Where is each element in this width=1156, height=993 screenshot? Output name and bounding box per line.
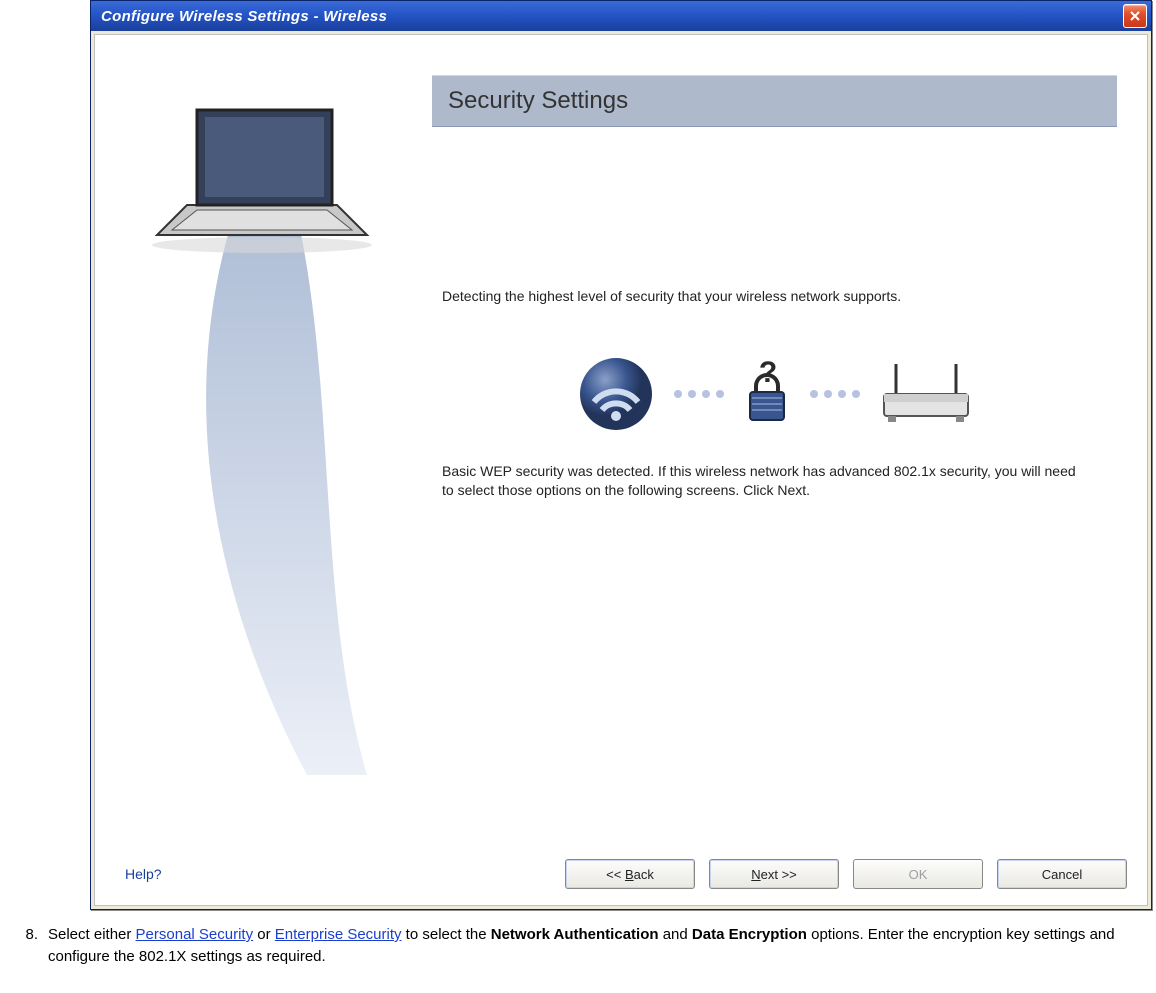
dots-right (810, 390, 860, 398)
instr-mid2: to select the (402, 926, 491, 943)
network-auth-bold: Network Authentication (491, 926, 659, 943)
instruction-step-8: 8. Select either Personal Security or En… (12, 924, 1152, 968)
wizard-content: Security Settings Detecting the highest … (432, 65, 1117, 500)
wizard-laptop-graphic (107, 65, 432, 785)
detection-graphic: ? (432, 354, 1117, 434)
close-button[interactable] (1123, 4, 1147, 28)
dots-left (674, 390, 724, 398)
cancel-button[interactable]: Cancel (997, 859, 1127, 889)
close-icon (1129, 10, 1141, 22)
detecting-text: Detecting the highest level of security … (442, 287, 1087, 306)
wizard-footer: Help? << Back Next >> OK Cancel (95, 859, 1147, 905)
dialog-body: Security Settings Detecting the highest … (94, 34, 1148, 906)
ok-button: OK (853, 859, 983, 889)
window-title: Configure Wireless Settings - Wireless (101, 8, 1123, 25)
enterprise-security-link[interactable]: Enterprise Security (275, 926, 402, 943)
personal-security-link[interactable]: Personal Security (136, 926, 254, 943)
instr-mid3: and (659, 926, 692, 943)
titlebar: Configure Wireless Settings - Wireless (91, 1, 1151, 31)
wifi-orb-icon (576, 354, 656, 434)
lock-question-icon: ? (742, 358, 792, 430)
data-encryption-bold: Data Encryption (692, 926, 807, 943)
step-number: 8. (12, 924, 38, 946)
page-heading: Security Settings (448, 87, 628, 115)
step-text: Select either Personal Security or Enter… (48, 924, 1152, 968)
instr-mid1: or (253, 926, 275, 943)
help-link[interactable]: Help? (125, 866, 551, 882)
result-text: Basic WEP security was detected. If this… (442, 462, 1087, 500)
banner: Security Settings (432, 75, 1117, 127)
next-button[interactable]: Next >> (709, 859, 839, 889)
back-button[interactable]: << Back (565, 859, 695, 889)
router-icon (878, 358, 974, 430)
instr-prefix: Select either (48, 926, 136, 943)
wireless-settings-dialog: Configure Wireless Settings - Wireless (90, 0, 1152, 910)
